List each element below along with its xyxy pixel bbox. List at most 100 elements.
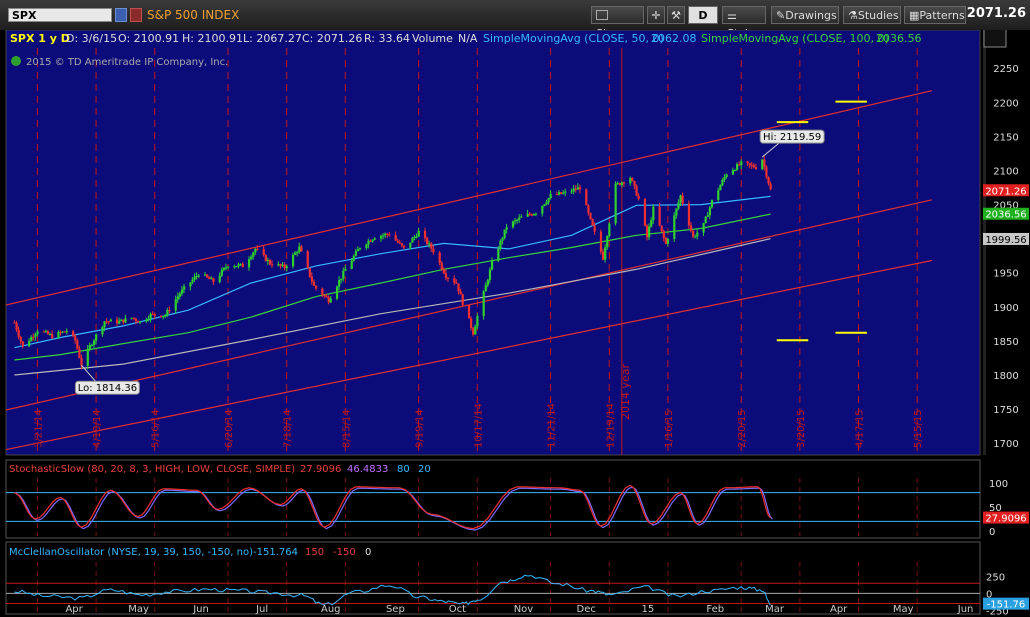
candle-body	[689, 225, 693, 231]
candle-body	[658, 206, 661, 226]
range-readout: R: 33.64	[364, 32, 410, 45]
candle-body	[648, 226, 651, 238]
candle-body	[338, 280, 341, 287]
chart-area[interactable]: 3/21/14 4/18/14 5/16/14 6/20/14 7/18/14 8/15/…	[0, 30, 1030, 617]
candle-body	[294, 252, 297, 255]
stoch-value-k: 27.9096	[300, 464, 341, 475]
candle-body	[28, 341, 31, 347]
price-tick: 1950	[993, 269, 1018, 280]
crosshair-icon[interactable]: ✛	[647, 6, 665, 24]
candle-body	[409, 242, 412, 248]
candle-body	[160, 315, 163, 318]
candle-body	[400, 243, 404, 246]
sma100-label: SimpleMovingAvg (CLOSE, 100, 0)	[701, 32, 889, 45]
candle-body	[694, 236, 697, 238]
price-tick: 2250	[993, 64, 1018, 75]
candle-body	[352, 255, 355, 261]
symbol-input[interactable]: SPX	[8, 8, 112, 22]
candle-body	[203, 274, 207, 276]
date-label: 3/21/14	[33, 409, 44, 448]
candle-body	[241, 263, 244, 268]
candle-body	[17, 329, 20, 337]
candle-body	[593, 225, 596, 232]
candle-body	[746, 161, 749, 164]
candle-body	[296, 252, 299, 254]
symbol-dropdown-button[interactable]	[115, 8, 127, 22]
candle-body	[650, 220, 653, 227]
candle-body	[446, 277, 450, 279]
candle-body	[220, 269, 223, 276]
candle-body	[32, 337, 35, 339]
candle-body	[134, 318, 138, 322]
candle-body	[30, 337, 33, 342]
candle-body	[692, 230, 695, 237]
candle-body	[459, 291, 462, 295]
candle-body	[677, 202, 680, 209]
candle-body	[191, 279, 194, 283]
candle-body	[704, 216, 707, 223]
stoch-header: StochasticSlow (80, 20, 8, 3, HIGH, LOW,…	[9, 464, 431, 475]
candle-body	[591, 218, 594, 226]
candle-body	[497, 248, 500, 261]
candle-body	[386, 233, 389, 235]
drawings-button[interactable]: ✎Drawings	[771, 6, 839, 24]
candle-body	[132, 317, 135, 319]
candle-body	[432, 248, 435, 253]
candle-body	[430, 243, 433, 249]
candle-body	[513, 220, 517, 222]
candle-body	[298, 246, 301, 253]
date-label: 12/19/14	[605, 403, 616, 448]
patterns-icon: ▦	[909, 9, 920, 22]
mcc-zero: 0	[365, 547, 371, 558]
candle-body	[281, 264, 284, 266]
mcc-tick: 250	[986, 572, 1005, 583]
candle-body	[562, 192, 565, 194]
symbol-link-button[interactable]	[130, 8, 142, 22]
month-label: Dec	[577, 604, 596, 615]
month-label: Jun	[957, 604, 974, 615]
candle-body	[19, 336, 22, 342]
close-readout: C: 2071.26	[302, 32, 362, 45]
candle-body	[402, 245, 406, 248]
candle-body	[652, 206, 655, 221]
date-label: 8/15/14	[341, 409, 352, 448]
candle-body	[139, 321, 142, 323]
share-button[interactable]: Share	[591, 6, 644, 40]
candle-body	[340, 278, 343, 281]
candle-body	[13, 322, 16, 324]
candle-body	[166, 309, 169, 316]
date-label: 5/16/14	[151, 409, 162, 448]
month-label: Sep	[386, 604, 405, 615]
chart-settings-icon[interactable]	[983, 30, 1007, 48]
candle-body	[310, 276, 314, 282]
month-label: 15	[641, 604, 654, 615]
studies-button[interactable]: ⚗Studies	[843, 6, 901, 24]
patterns-button[interactable]: ▦Patterns	[904, 6, 966, 24]
candle-body	[63, 331, 66, 333]
info-icon[interactable]	[11, 56, 21, 66]
stoch-tick: 0	[989, 527, 995, 538]
chart-header: SPX 1 y D D: 3/6/15 O: 2100.91 H: 2100.9…	[10, 32, 922, 45]
candle-body	[252, 252, 255, 257]
candle-body	[629, 177, 632, 184]
candle-body	[719, 185, 722, 191]
candle-body	[388, 234, 391, 236]
candle-body	[168, 309, 171, 311]
candle-body	[765, 166, 768, 177]
period-button[interactable]: D	[688, 6, 718, 24]
wrench-icon[interactable]: ⚒	[667, 6, 685, 24]
candle-body	[411, 238, 414, 243]
candle-body	[90, 345, 94, 347]
candle-body	[136, 321, 140, 323]
candle-body	[193, 276, 196, 280]
candle-body	[222, 267, 226, 270]
candle-body	[105, 321, 108, 323]
month-label: May	[128, 604, 149, 615]
candle-body	[675, 208, 678, 216]
candle-body	[183, 286, 186, 290]
candle-body	[44, 331, 47, 333]
style-button[interactable]: ⚌ Style	[722, 6, 766, 40]
candle-body	[122, 319, 125, 323]
candle-body	[763, 159, 766, 167]
date-label: 4/17/15	[855, 409, 866, 448]
